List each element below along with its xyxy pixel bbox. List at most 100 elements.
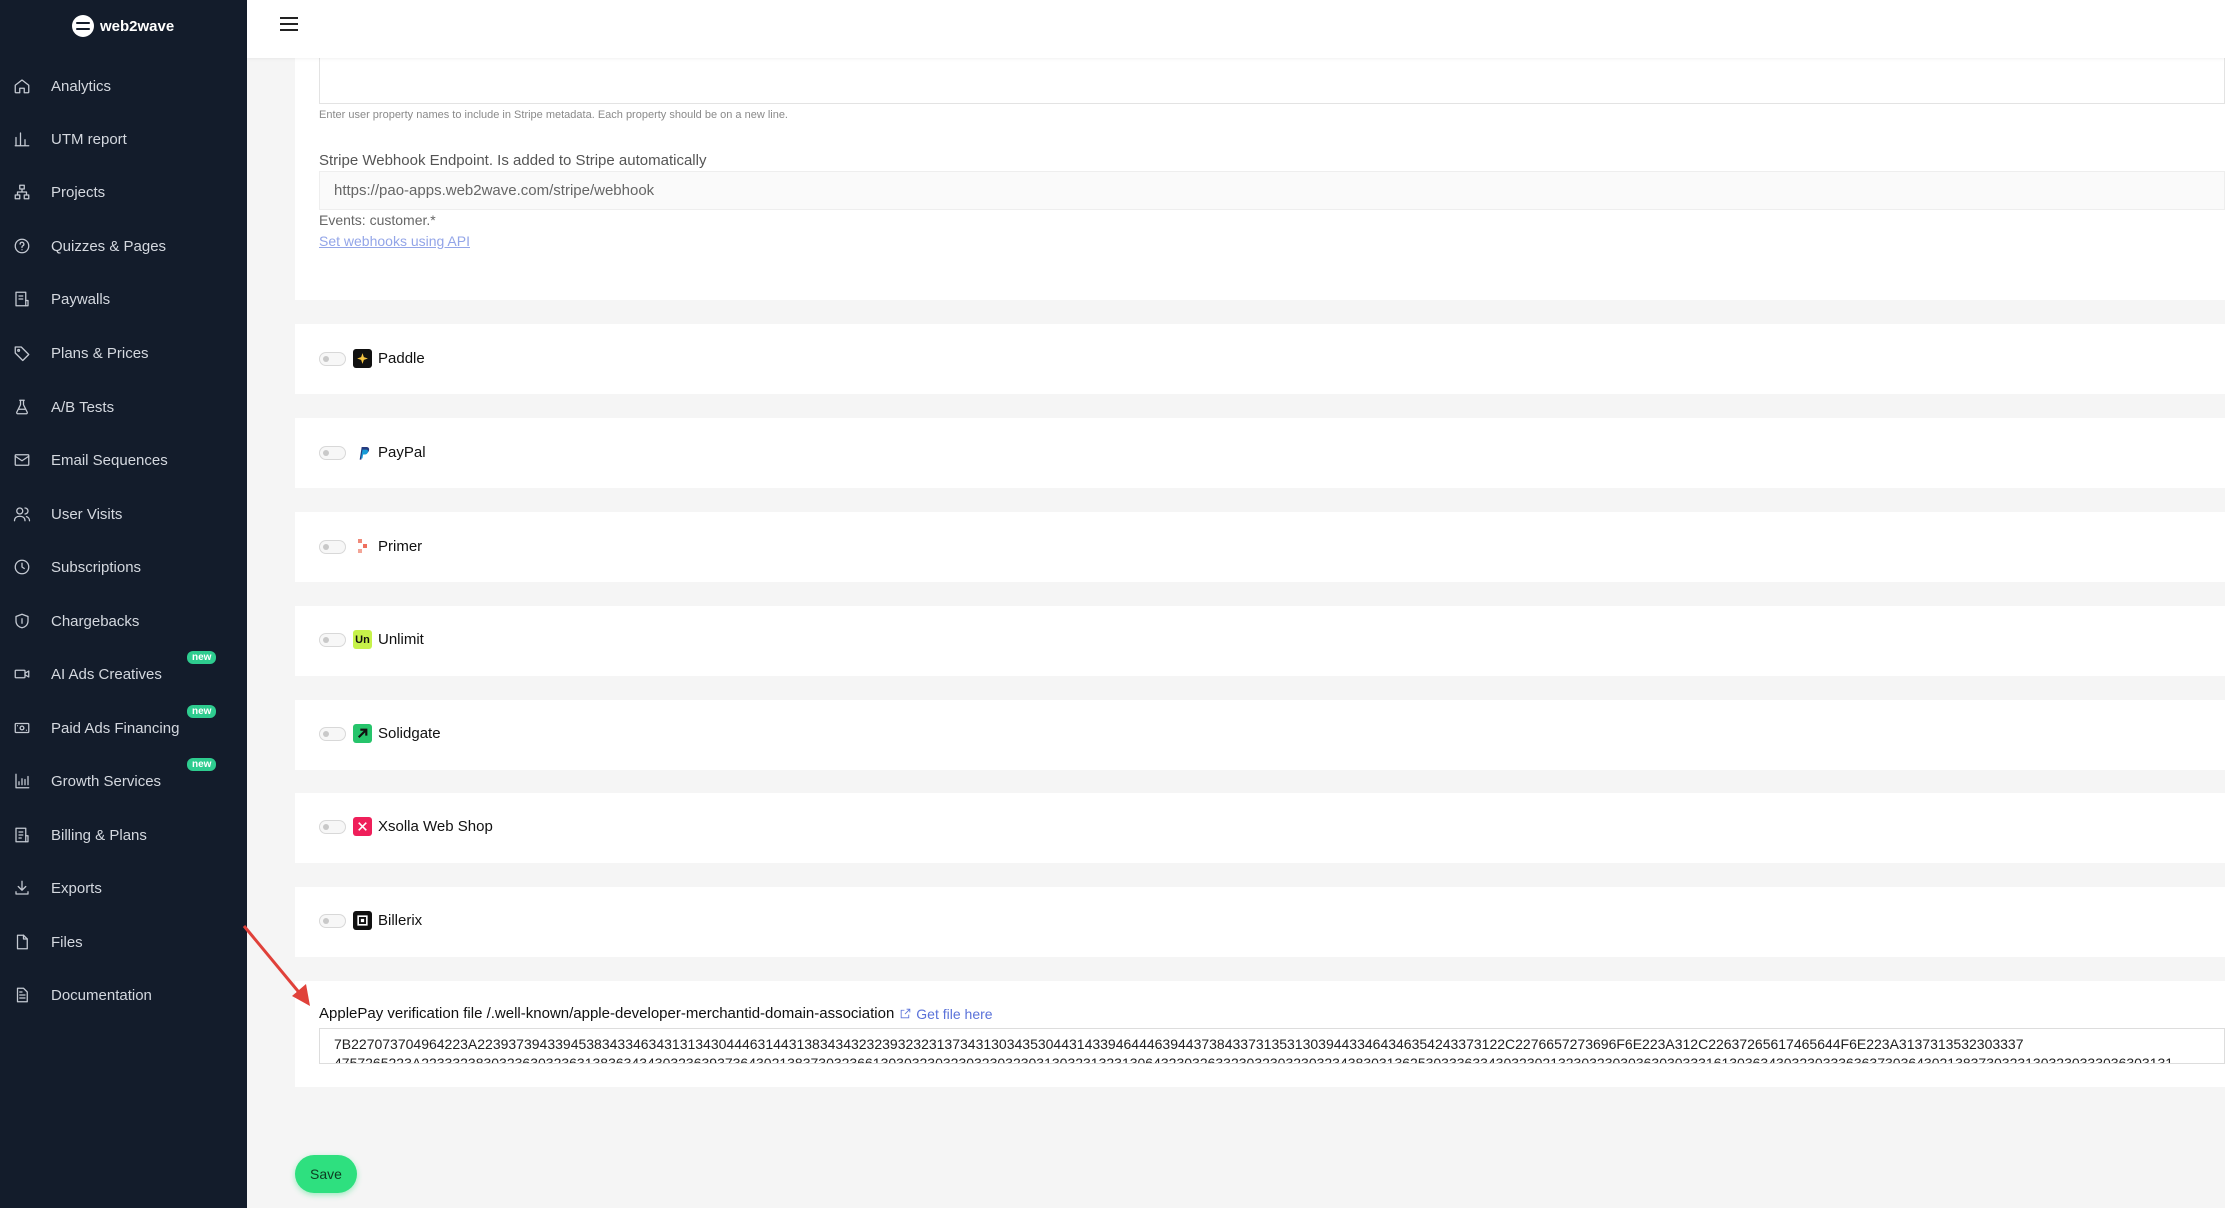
provider-name: Xsolla Web Shop: [378, 818, 493, 835]
sidebar-item-user-visits[interactable]: User Visits: [0, 494, 247, 534]
sidebar-item-label: Exports: [51, 879, 102, 897]
webhook-endpoint-input[interactable]: https://pao-apps.web2wave.com/stripe/web…: [319, 171, 2225, 210]
download-icon: [12, 878, 32, 898]
bar-chart-icon: [12, 129, 32, 149]
sidebar-item-label: AI Ads Creatives: [51, 665, 162, 683]
provider-name: Primer: [378, 538, 423, 555]
xsolla-toggle[interactable]: [319, 819, 346, 834]
sidebar: web2wave Analytics UTM report Projects Q…: [0, 0, 247, 1208]
save-button[interactable]: Save: [295, 1155, 357, 1193]
home-icon: [12, 76, 32, 96]
webhook-events-text: Events: customer.*: [319, 212, 436, 228]
sidebar-item-projects[interactable]: Projects: [0, 172, 247, 212]
webhook-endpoint-label: Stripe Webhook Endpoint. Is added to Str…: [319, 152, 707, 169]
sidebar-item-email-sequences[interactable]: Email Sequences: [0, 440, 247, 480]
document-icon: [12, 985, 32, 1005]
logo-icon: [72, 15, 94, 37]
provider-name: Billerix: [378, 912, 423, 929]
annotation-arrow-icon: [242, 925, 310, 1006]
unlimit-icon: Un: [353, 630, 372, 649]
provider-card-unlimit: [295, 606, 2225, 676]
sidebar-item-ai-ads-creatives[interactable]: AI Ads Creatives new: [0, 650, 247, 694]
sidebar-item-documentation[interactable]: Documentation: [0, 975, 247, 1015]
sidebar-item-label: Email Sequences: [51, 451, 168, 469]
provider-row-unlimit: Un Unlimit: [319, 630, 424, 649]
paypal-icon: [353, 443, 372, 462]
sidebar-item-label: A/B Tests: [51, 398, 115, 416]
provider-row-solidgate: Solidgate: [319, 724, 441, 743]
external-link-icon: [901, 1008, 911, 1019]
billing-icon: [12, 825, 32, 845]
solidgate-icon: [353, 724, 372, 743]
provider-row-paypal: PayPal: [319, 443, 426, 462]
solidgate-toggle[interactable]: [319, 726, 346, 741]
provider-name: Unlimit: [378, 631, 424, 648]
sidebar-item-plans-prices[interactable]: Plans & Prices: [0, 333, 247, 373]
provider-card-xsolla: [295, 793, 2225, 863]
paypal-toggle[interactable]: [319, 445, 346, 460]
mail-icon: [12, 450, 32, 470]
shield-icon: [12, 611, 32, 631]
sidebar-item-subscriptions[interactable]: Subscriptions: [0, 547, 247, 587]
sidebar-item-label: User Visits: [51, 505, 123, 523]
billerix-toggle[interactable]: [319, 913, 346, 928]
unlimit-toggle[interactable]: [319, 632, 346, 647]
sidebar-item-label: Paywalls: [51, 290, 111, 308]
sidebar-item-label: Subscriptions: [51, 558, 142, 576]
video-icon: [12, 664, 32, 684]
paddle-icon: [353, 349, 372, 368]
brand-name: web2wave: [100, 17, 175, 35]
brand-logo[interactable]: web2wave: [72, 14, 174, 38]
applepay-field-label: ApplePay verification file /.well-known/…: [319, 1005, 993, 1022]
primer-icon: [353, 537, 372, 556]
xsolla-icon: [353, 817, 372, 836]
sidebar-item-label: Documentation: [51, 986, 152, 1004]
paddle-toggle[interactable]: [319, 351, 346, 366]
applepay-value-line2: 4757265223A22333238303236303236313836343…: [334, 1055, 2174, 1064]
sidebar-item-paid-ads-financing[interactable]: Paid Ads Financing new: [0, 704, 247, 748]
question-circle-icon: [12, 236, 32, 256]
provider-row-xsolla: Xsolla Web Shop: [319, 817, 493, 836]
sidebar-item-label: Projects: [51, 183, 106, 201]
get-file-link-text: Get file here: [916, 1005, 993, 1022]
sidebar-item-label: Analytics: [51, 77, 112, 95]
provider-row-primer: Primer: [319, 537, 422, 556]
sidebar-item-analytics[interactable]: Analytics: [0, 66, 247, 106]
sidebar-item-files[interactable]: Files: [0, 922, 247, 962]
get-file-link[interactable]: Get file here: [899, 1005, 993, 1022]
provider-row-paddle: Paddle: [319, 349, 425, 368]
sidebar-item-quizzes-pages[interactable]: Quizzes & Pages: [0, 226, 247, 266]
billerix-icon: [353, 911, 372, 930]
sidebar-item-label: Chargebacks: [51, 612, 140, 630]
money-icon: [12, 718, 32, 738]
sidebar-item-chargebacks[interactable]: Chargebacks: [0, 601, 247, 641]
users-icon: [12, 504, 32, 524]
sidebar-item-label: Files: [51, 933, 83, 951]
sidebar-item-utm-report[interactable]: UTM report: [0, 119, 247, 159]
sidebar-item-ab-tests[interactable]: A/B Tests: [0, 387, 247, 427]
sidebar-item-label: Growth Services: [51, 772, 162, 790]
tag-icon: [12, 343, 32, 363]
new-badge: new: [187, 704, 217, 718]
provider-card-paddle: [295, 324, 2225, 394]
sidebar-item-label: Plans & Prices: [51, 344, 149, 362]
provider-card-billerix: [295, 887, 2225, 957]
primer-toggle[interactable]: [319, 539, 346, 554]
set-webhooks-link[interactable]: Set webhooks using API: [319, 233, 470, 249]
sidebar-item-paywalls[interactable]: Paywalls: [0, 279, 247, 319]
sidebar-item-growth-services[interactable]: Growth Services new: [0, 757, 247, 801]
top-bar: [247, 0, 2225, 58]
applepay-verification-textarea[interactable]: 7B227073704964223A2239373943394538343346…: [319, 1028, 2225, 1064]
projects-icon: [12, 182, 32, 202]
sidebar-item-exports[interactable]: Exports: [0, 868, 247, 908]
applepay-value-line1: 7B227073704964223A2239373943394538343346…: [334, 1036, 2024, 1052]
file-icon: [12, 932, 32, 952]
sidebar-item-billing-plans[interactable]: Billing & Plans: [0, 815, 247, 855]
paywall-icon: [12, 289, 32, 309]
new-badge: new: [187, 757, 217, 771]
clock-icon: [12, 557, 32, 577]
provider-card-paypal: [295, 418, 2225, 488]
provider-card-primer: [295, 512, 2225, 582]
menu-toggle-icon[interactable]: [280, 17, 298, 31]
new-badge: new: [187, 650, 217, 664]
